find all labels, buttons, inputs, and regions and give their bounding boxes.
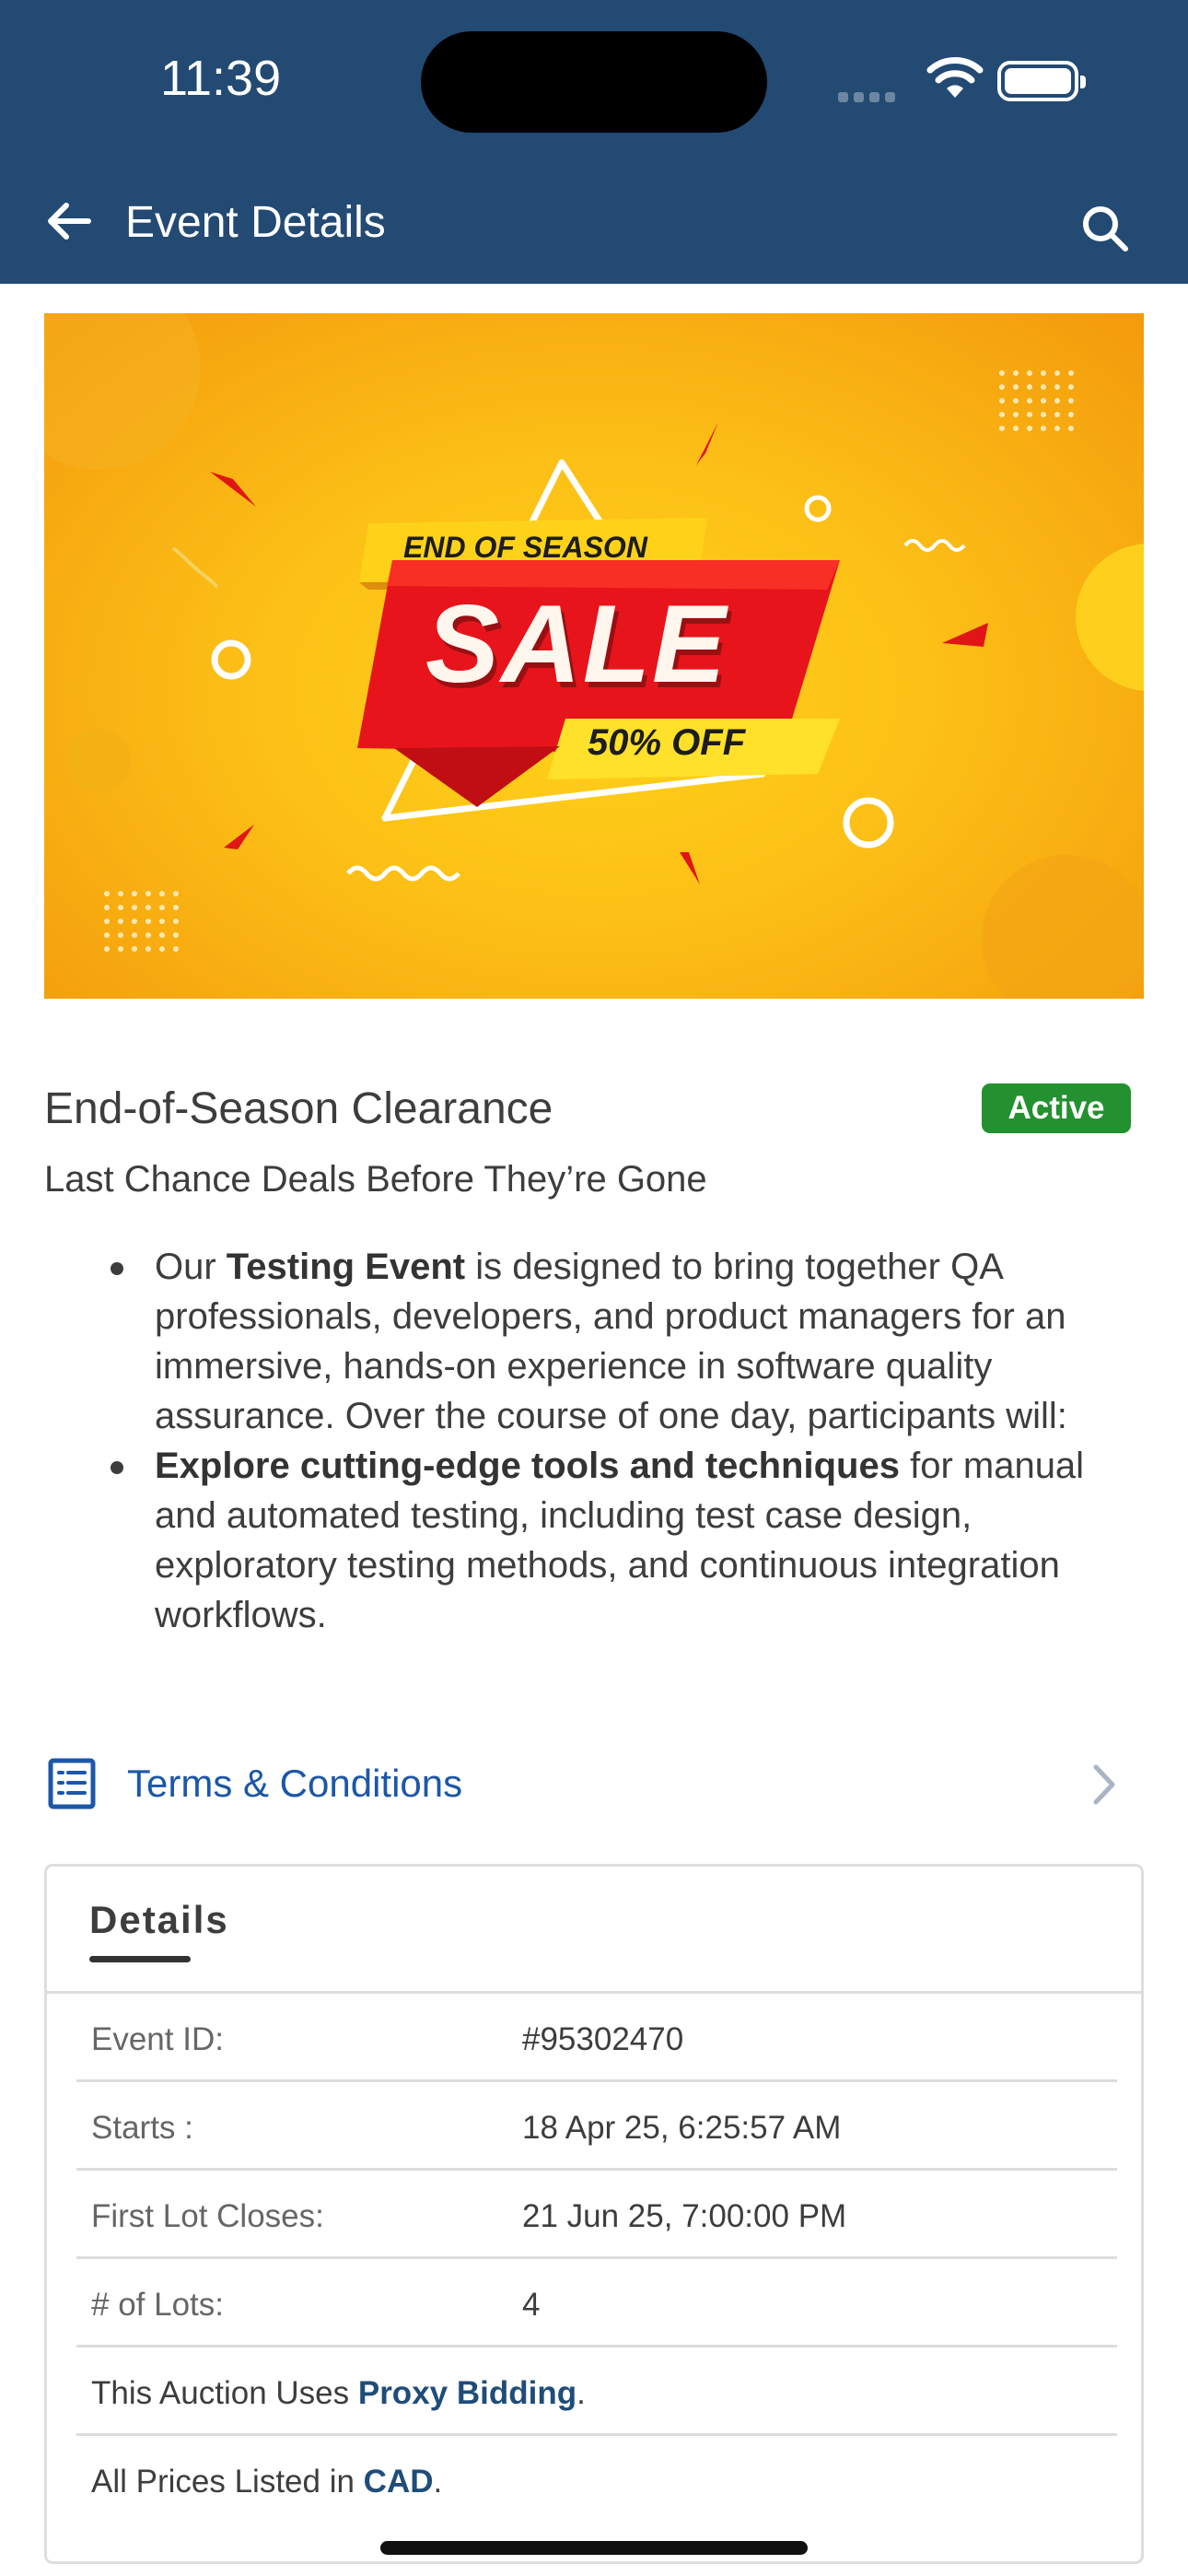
detail-row-lots: # of Lots: 4 (76, 2259, 1117, 2348)
dynamic-island (421, 31, 767, 133)
detail-row-event-id: Event ID: #95302470 (76, 1994, 1117, 2082)
details-rows: Event ID: #95302470 Starts : 18 Apr 25, … (76, 1994, 1117, 2524)
currency-text: All Prices Listed in CAD. (91, 2464, 442, 2500)
detail-key: # of Lots: (91, 2287, 224, 2323)
back-arrow-icon (48, 203, 91, 240)
event-title: End-of-Season Clearance (44, 1084, 553, 1133)
tab-indicator (89, 1956, 191, 1962)
detail-row-first-lot-closes: First Lot Closes: 21 Jun 25, 7:00:00 PM (76, 2171, 1117, 2259)
detail-value: #95302470 (522, 2021, 684, 2057)
status-time: 11:39 (160, 51, 282, 106)
detail-value: 4 (522, 2287, 541, 2323)
event-subtitle: Last Chance Deals Before They’re Gone (44, 1159, 707, 1200)
proxy-bidding-link[interactable]: Proxy Bidding (358, 2375, 577, 2411)
page-title: Event Details (125, 198, 386, 247)
text: . (433, 2464, 443, 2500)
wifi-icon (926, 57, 984, 98)
detail-value: 21 Jun 25, 7:00:00 PM (522, 2198, 847, 2234)
detail-key: Starts : (91, 2110, 193, 2146)
list-item: Explore cutting-edge tools and technique… (109, 1441, 1140, 1640)
home-indicator (380, 2541, 808, 2555)
tab-details[interactable]: Details (89, 1898, 229, 1942)
text: This Auction Uses (91, 2375, 358, 2411)
text: . (577, 2375, 586, 2411)
bullet-text: Our (155, 1247, 227, 1287)
banner-top-text: END OF SEASON (403, 531, 647, 564)
battery-icon (997, 61, 1086, 101)
detail-key: Event ID: (91, 2021, 224, 2057)
detail-value: 18 Apr 25, 6:25:57 AM (522, 2110, 842, 2146)
event-description-list: Our Testing Event is designed to bring t… (109, 1242, 1140, 1640)
search-icon (1083, 206, 1128, 252)
status-badge: Active (982, 1083, 1131, 1133)
banner-sale-text: SALE (425, 582, 728, 706)
text: All Prices Listed in (91, 2464, 364, 2500)
chevron-right-icon (1093, 1764, 1115, 1805)
detail-row-currency: All Prices Listed in CAD. (76, 2436, 1117, 2524)
currency-link[interactable]: CAD (364, 2464, 434, 2500)
status-icons (838, 55, 1089, 107)
terms-label: Terms & Conditions (127, 1762, 463, 1805)
banner-discount-text: 50% OFF (588, 722, 746, 763)
event-banner-image: END OF SEASON SALE 50% OFF (44, 313, 1144, 999)
search-button[interactable] (1068, 192, 1142, 265)
back-button[interactable] (28, 184, 111, 258)
bullet-bold-text: Testing Event (226, 1247, 466, 1287)
signal-icon (838, 90, 901, 107)
detail-row-starts: Starts : 18 Apr 25, 6:25:57 AM (76, 2082, 1117, 2171)
details-card: Details Event ID: #95302470 Starts : 18 … (44, 1864, 1144, 2564)
detail-row-proxy: This Auction Uses Proxy Bidding. (76, 2348, 1117, 2436)
detail-key: First Lot Closes: (91, 2198, 324, 2234)
list-item: Our Testing Event is designed to bring t… (109, 1242, 1140, 1441)
app-header: 11:39 Event Details (0, 0, 1188, 284)
terms-conditions-link[interactable]: Terms & Conditions (44, 1751, 1144, 1817)
proxy-bidding-text: This Auction Uses Proxy Bidding. (91, 2375, 586, 2412)
bullet-bold-text: Explore cutting-edge tools and technique… (155, 1446, 900, 1486)
list-document-icon (44, 1756, 99, 1811)
